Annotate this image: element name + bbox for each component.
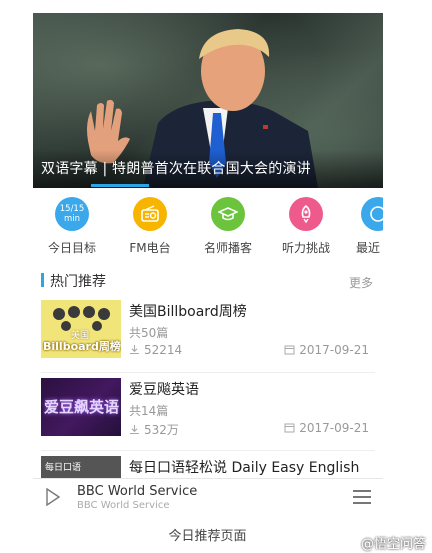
quick-action-label: 今日目标 (47, 241, 96, 255)
list-item[interactable]: 美国 Billboard周榜 美国Billboard周榜 共50篇 52214 … (33, 295, 383, 373)
thumb-title: 爱豆飙英语 (44, 398, 120, 416)
banner[interactable]: 双语字幕 | 特朗普首次在联合国大会的演讲 (33, 13, 383, 188)
banner-caption-overlay: 双语字幕 | 特朗普首次在联合国大会的演讲 (33, 150, 383, 188)
player-subtitle: BBC World Service (77, 500, 170, 511)
more-link[interactable]: 更多 (349, 274, 373, 291)
item-date-value: 2017-09-21 (299, 421, 369, 435)
item-plays-value: 52214 (144, 343, 183, 357)
app-screen: 双语字幕 | 特朗普首次在联合国大会的演讲 15/15 min 今日目标 FM电… (33, 13, 383, 513)
item-thumbnail: 每日口语 (41, 456, 121, 478)
item-title: 爱豆飚英语 (129, 382, 199, 398)
quick-action-fm[interactable]: FM电台 (120, 197, 180, 256)
item-title: 每日口语轻松说 Daily Easy English (129, 460, 360, 476)
playlist-menu-icon[interactable] (353, 490, 371, 508)
quick-action-label: 最近 (356, 241, 381, 255)
list-item[interactable]: 爱豆飙英语 爱豆飚英语 共14篇 532万 2017-09-21 (33, 373, 383, 451)
thumb-title: 每日口语 (45, 463, 82, 473)
quick-action-teacher[interactable]: 名师播客 (198, 197, 258, 256)
item-count: 共50篇 (129, 326, 169, 340)
screenshot-caption: 今日推荐页面 (168, 529, 247, 544)
item-date-value: 2017-09-21 (299, 343, 369, 357)
rocket-icon (289, 197, 323, 231)
item-date: 2017-09-21 (284, 421, 369, 435)
quick-action-listening[interactable]: 听力挑战 (276, 197, 336, 256)
quick-action-label: 听力挑战 (281, 241, 330, 255)
item-title: 美国Billboard周榜 (129, 304, 247, 320)
section-title: 热门推荐 (50, 274, 106, 290)
quick-actions: 15/15 min 今日目标 FM电台 名师播客 听力挑战 最近 (33, 197, 383, 265)
hot-recommend-header: 热门推荐 更多 (33, 268, 383, 294)
play-icon[interactable] (45, 488, 61, 506)
banner-page-indicator (91, 184, 149, 187)
daily-goal-unit: min (63, 214, 81, 224)
mini-player[interactable]: BBC World Service BBC World Service (33, 478, 383, 513)
daily-goal-icon: 15/15 min (55, 197, 89, 231)
item-thumbnail: 爱豆飙英语 (41, 378, 121, 436)
calendar-icon (284, 423, 295, 433)
item-plays-value: 532万 (144, 423, 179, 437)
quick-action-recent[interactable]: 最近 (348, 197, 383, 256)
download-icon (130, 425, 139, 435)
recent-icon (361, 197, 383, 231)
item-thumbnail: 美国 Billboard周榜 (41, 300, 121, 358)
item-count: 共14篇 (129, 404, 169, 418)
section-accent-bar (41, 273, 44, 287)
calendar-icon (284, 345, 295, 355)
download-icon (130, 345, 139, 355)
player-title: BBC World Service (77, 484, 198, 499)
quick-action-label: FM电台 (129, 241, 171, 255)
daily-goal-progress: 15/15 (59, 204, 85, 214)
watermark: @悟空问答 (360, 537, 426, 552)
quick-action-label: 名师播客 (203, 241, 252, 255)
item-date: 2017-09-21 (284, 343, 369, 357)
banner-title: 双语字幕 | 特朗普首次在联合国大会的演讲 (41, 161, 311, 177)
item-plays: 532万 (129, 421, 179, 438)
thumb-title: Billboard周榜 (43, 340, 121, 353)
quick-action-daily-goal[interactable]: 15/15 min 今日目标 (42, 197, 102, 256)
radio-icon (133, 197, 167, 231)
graduation-cap-icon (211, 197, 245, 231)
item-plays: 52214 (129, 343, 182, 357)
